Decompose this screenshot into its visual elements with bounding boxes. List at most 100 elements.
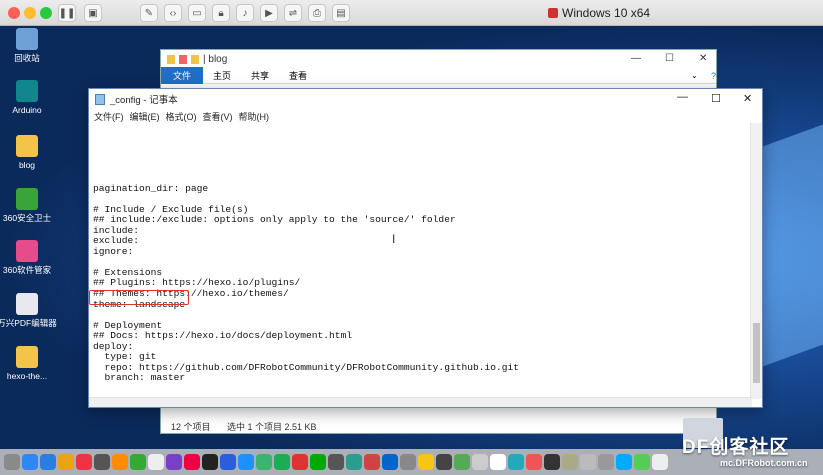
dock-app-icon[interactable] — [328, 454, 344, 470]
menu-edit[interactable]: 编辑(E) — [130, 110, 160, 123]
close-icon[interactable]: ✕ — [743, 92, 752, 105]
vertical-scrollbar[interactable] — [750, 123, 762, 399]
vm-window-title: Windows 10 x64 — [548, 6, 650, 20]
dock-app-icon[interactable] — [400, 454, 416, 470]
wallpaper-light — [760, 124, 823, 368]
desktop-icon-image — [16, 240, 38, 262]
dock-app-icon[interactable] — [634, 454, 650, 470]
desktop-icon-label: hexo-the... — [6, 371, 48, 381]
text-line: ## include:/exclude: options only apply … — [93, 214, 456, 226]
notepad-window[interactable]: _config - 记事本 — ☐ ✕ 文件(F) 编辑(E) 格式(O) 查看… — [88, 88, 763, 408]
tab-view[interactable]: 查看 — [279, 69, 317, 82]
close-light-icon[interactable] — [8, 7, 20, 19]
tab-home[interactable]: 主页 — [203, 69, 241, 82]
menu-file[interactable]: 文件(F) — [94, 110, 124, 123]
wrench-icon[interactable]: ✎ — [140, 4, 158, 22]
dock-app-icon[interactable] — [616, 454, 632, 470]
dock-app-icon[interactable] — [220, 454, 236, 470]
menu-view[interactable]: 查看(V) — [203, 110, 233, 123]
horizontal-scrollbar[interactable] — [89, 397, 752, 407]
dock-app-icon[interactable] — [184, 454, 200, 470]
minimize-light-icon[interactable] — [24, 7, 36, 19]
dock-app-icon[interactable] — [274, 454, 290, 470]
dock-app-icon[interactable] — [148, 454, 164, 470]
desktop-icon[interactable]: 万兴PDF编辑器 — [0, 293, 57, 329]
menu-help[interactable]: 帮助(H) — [239, 110, 270, 123]
new-folder-icon[interactable] — [191, 54, 199, 64]
dock-app-icon[interactable] — [436, 454, 452, 470]
dock-app-icon[interactable] — [418, 454, 434, 470]
dock-app-icon[interactable] — [238, 454, 254, 470]
dock-app-icon[interactable] — [22, 454, 38, 470]
dock-app-icon[interactable] — [202, 454, 218, 470]
text-editor-area[interactable]: pagination_dir: page # Include / Exclude … — [89, 123, 752, 399]
text-line — [93, 257, 752, 268]
drive-icon[interactable]: ▭ — [188, 4, 206, 22]
dock-app-icon[interactable] — [40, 454, 56, 470]
dock-app-icon[interactable] — [472, 454, 488, 470]
desktop-icon[interactable]: Arduino — [0, 80, 57, 116]
dock-app-icon[interactable] — [310, 454, 326, 470]
dock-app-icon[interactable] — [382, 454, 398, 470]
dock-app-icon[interactable] — [364, 454, 380, 470]
dock-app-icon[interactable] — [58, 454, 74, 470]
desktop-icon-label: blog — [18, 160, 36, 170]
pause-icon[interactable]: ❚❚ — [58, 4, 76, 22]
dock-app-icon[interactable] — [94, 454, 110, 470]
folder-share-icon[interactable]: ▤ — [332, 4, 350, 22]
zoom-light-icon[interactable] — [40, 7, 52, 19]
help-icon[interactable]: ? — [701, 71, 726, 81]
dock-app-icon[interactable] — [256, 454, 272, 470]
desktop-icon-label: Arduino — [12, 105, 42, 115]
dock-app-icon[interactable] — [130, 454, 146, 470]
code-icon[interactable]: ‹› — [164, 4, 182, 22]
dock-app-icon[interactable] — [526, 454, 542, 470]
close-icon[interactable]: ✕ — [699, 53, 707, 64]
desktop-icon[interactable]: 360软件管家 — [0, 240, 57, 276]
text-line — [93, 173, 752, 184]
properties-icon[interactable] — [179, 54, 187, 64]
sidebar-icon[interactable]: ▣ — [84, 4, 102, 22]
maximize-icon[interactable]: ☐ — [711, 92, 721, 105]
desktop-icon[interactable]: 360安全卫士 — [0, 188, 57, 224]
text-cursor-icon: I — [392, 232, 396, 246]
dock-app-icon[interactable] — [490, 454, 506, 470]
maximize-icon[interactable]: ☐ — [665, 53, 674, 64]
notepad-icon — [95, 93, 105, 105]
text-line: theme: landscape — [93, 298, 186, 310]
dock-app-icon[interactable] — [454, 454, 470, 470]
dock-app-icon[interactable] — [508, 454, 524, 470]
dock-app-icon[interactable] — [166, 454, 182, 470]
desktop-icon[interactable]: hexo-the... — [0, 346, 57, 382]
watermark-logo: DF创客社区 — [682, 437, 790, 458]
lock-icon[interactable]: 🔒︎ — [212, 4, 230, 22]
menu-format[interactable]: 格式(O) — [166, 110, 197, 123]
dock-app-icon[interactable] — [292, 454, 308, 470]
dock-app-icon[interactable] — [562, 454, 578, 470]
dock-app-icon[interactable] — [112, 454, 128, 470]
minimize-icon[interactable]: — — [631, 53, 641, 64]
dock-app-icon[interactable] — [598, 454, 614, 470]
desktop-icon[interactable]: blog — [0, 135, 57, 171]
desktop-icon[interactable]: 回收站 — [0, 28, 57, 64]
dock-app-icon[interactable] — [346, 454, 362, 470]
minimize-icon[interactable]: — — [677, 91, 688, 103]
speaker-icon[interactable]: ♪ — [236, 4, 254, 22]
text-line: ## Docs: https://hexo.io/docs/deployment… — [93, 330, 353, 342]
usb-icon[interactable]: ⇌ — [284, 4, 302, 22]
desktop-icon-image — [16, 293, 38, 315]
text-line: include: — [93, 224, 140, 236]
dock-app-icon[interactable] — [652, 454, 668, 470]
notepad-title: _config - 记事本 — [110, 95, 178, 106]
text-line: deploy: — [93, 340, 134, 352]
printer-icon[interactable]: ⎙ — [308, 4, 326, 22]
text-line: pagination_dir: page — [93, 182, 209, 194]
dock-app-icon[interactable] — [76, 454, 92, 470]
camera-icon[interactable]: ▶ — [260, 4, 278, 22]
dock-app-icon[interactable] — [544, 454, 560, 470]
dock-app-icon[interactable] — [580, 454, 596, 470]
dock-app-icon[interactable] — [4, 454, 20, 470]
tab-file[interactable]: 文件 — [161, 67, 204, 84]
scroll-thumb[interactable] — [753, 323, 760, 383]
tab-share[interactable]: 共享 — [241, 69, 279, 82]
